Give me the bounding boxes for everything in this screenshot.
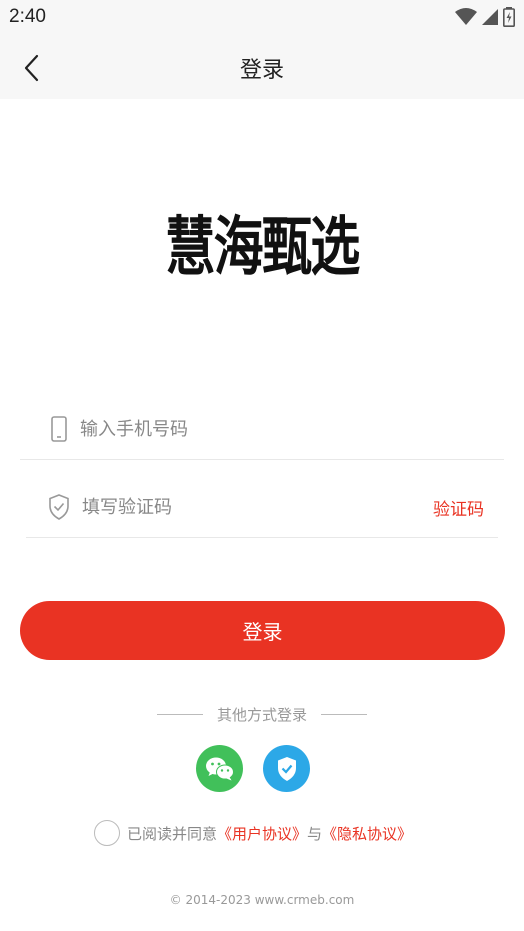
agreement-prefix: 已阅读并同意 (127, 824, 218, 843)
brand-logo-text: 慧海甄选 (165, 211, 360, 285)
agreement-and: 与 (307, 824, 323, 843)
agreement-row: 已阅读并同意 《用户协议》 与 《隐私协议》 (94, 819, 412, 847)
divider-line (156, 713, 203, 715)
phone-icon (51, 416, 67, 442)
battery-icon (503, 7, 515, 27)
wechat-icon (205, 757, 234, 780)
agreement-checkbox[interactable] (94, 820, 120, 846)
signal-icon (482, 9, 498, 25)
phone-input[interactable] (80, 410, 400, 448)
divider-line (321, 713, 367, 715)
login-button[interactable]: 登录 (20, 601, 505, 660)
code-field: 验证码 (26, 476, 498, 538)
page-title: 登录 (239, 58, 284, 83)
wifi-icon (455, 8, 477, 25)
verify-login-button[interactable] (263, 745, 310, 792)
shield-verify-icon (277, 756, 296, 781)
get-code-button[interactable]: 验证码 (433, 495, 484, 520)
wechat-login-button[interactable] (196, 745, 243, 792)
other-login-label: 其他方式登录 (216, 705, 307, 724)
shield-check-icon (49, 494, 69, 520)
status-bar: 2:40 (0, 0, 524, 36)
user-agreement-link[interactable]: 《用户协议》 (217, 823, 307, 844)
status-icons (455, 7, 515, 27)
nav-bar: 登录 (0, 36, 524, 99)
status-time: 2:40 (9, 6, 46, 27)
other-login-divider: 其他方式登录 (0, 703, 524, 725)
code-input[interactable] (82, 488, 402, 526)
copyright-text: © 2014-2023 www.crmeb.com (169, 893, 355, 907)
privacy-agreement-link[interactable]: 《隐私协议》 (322, 823, 412, 844)
phone-field (20, 398, 504, 460)
